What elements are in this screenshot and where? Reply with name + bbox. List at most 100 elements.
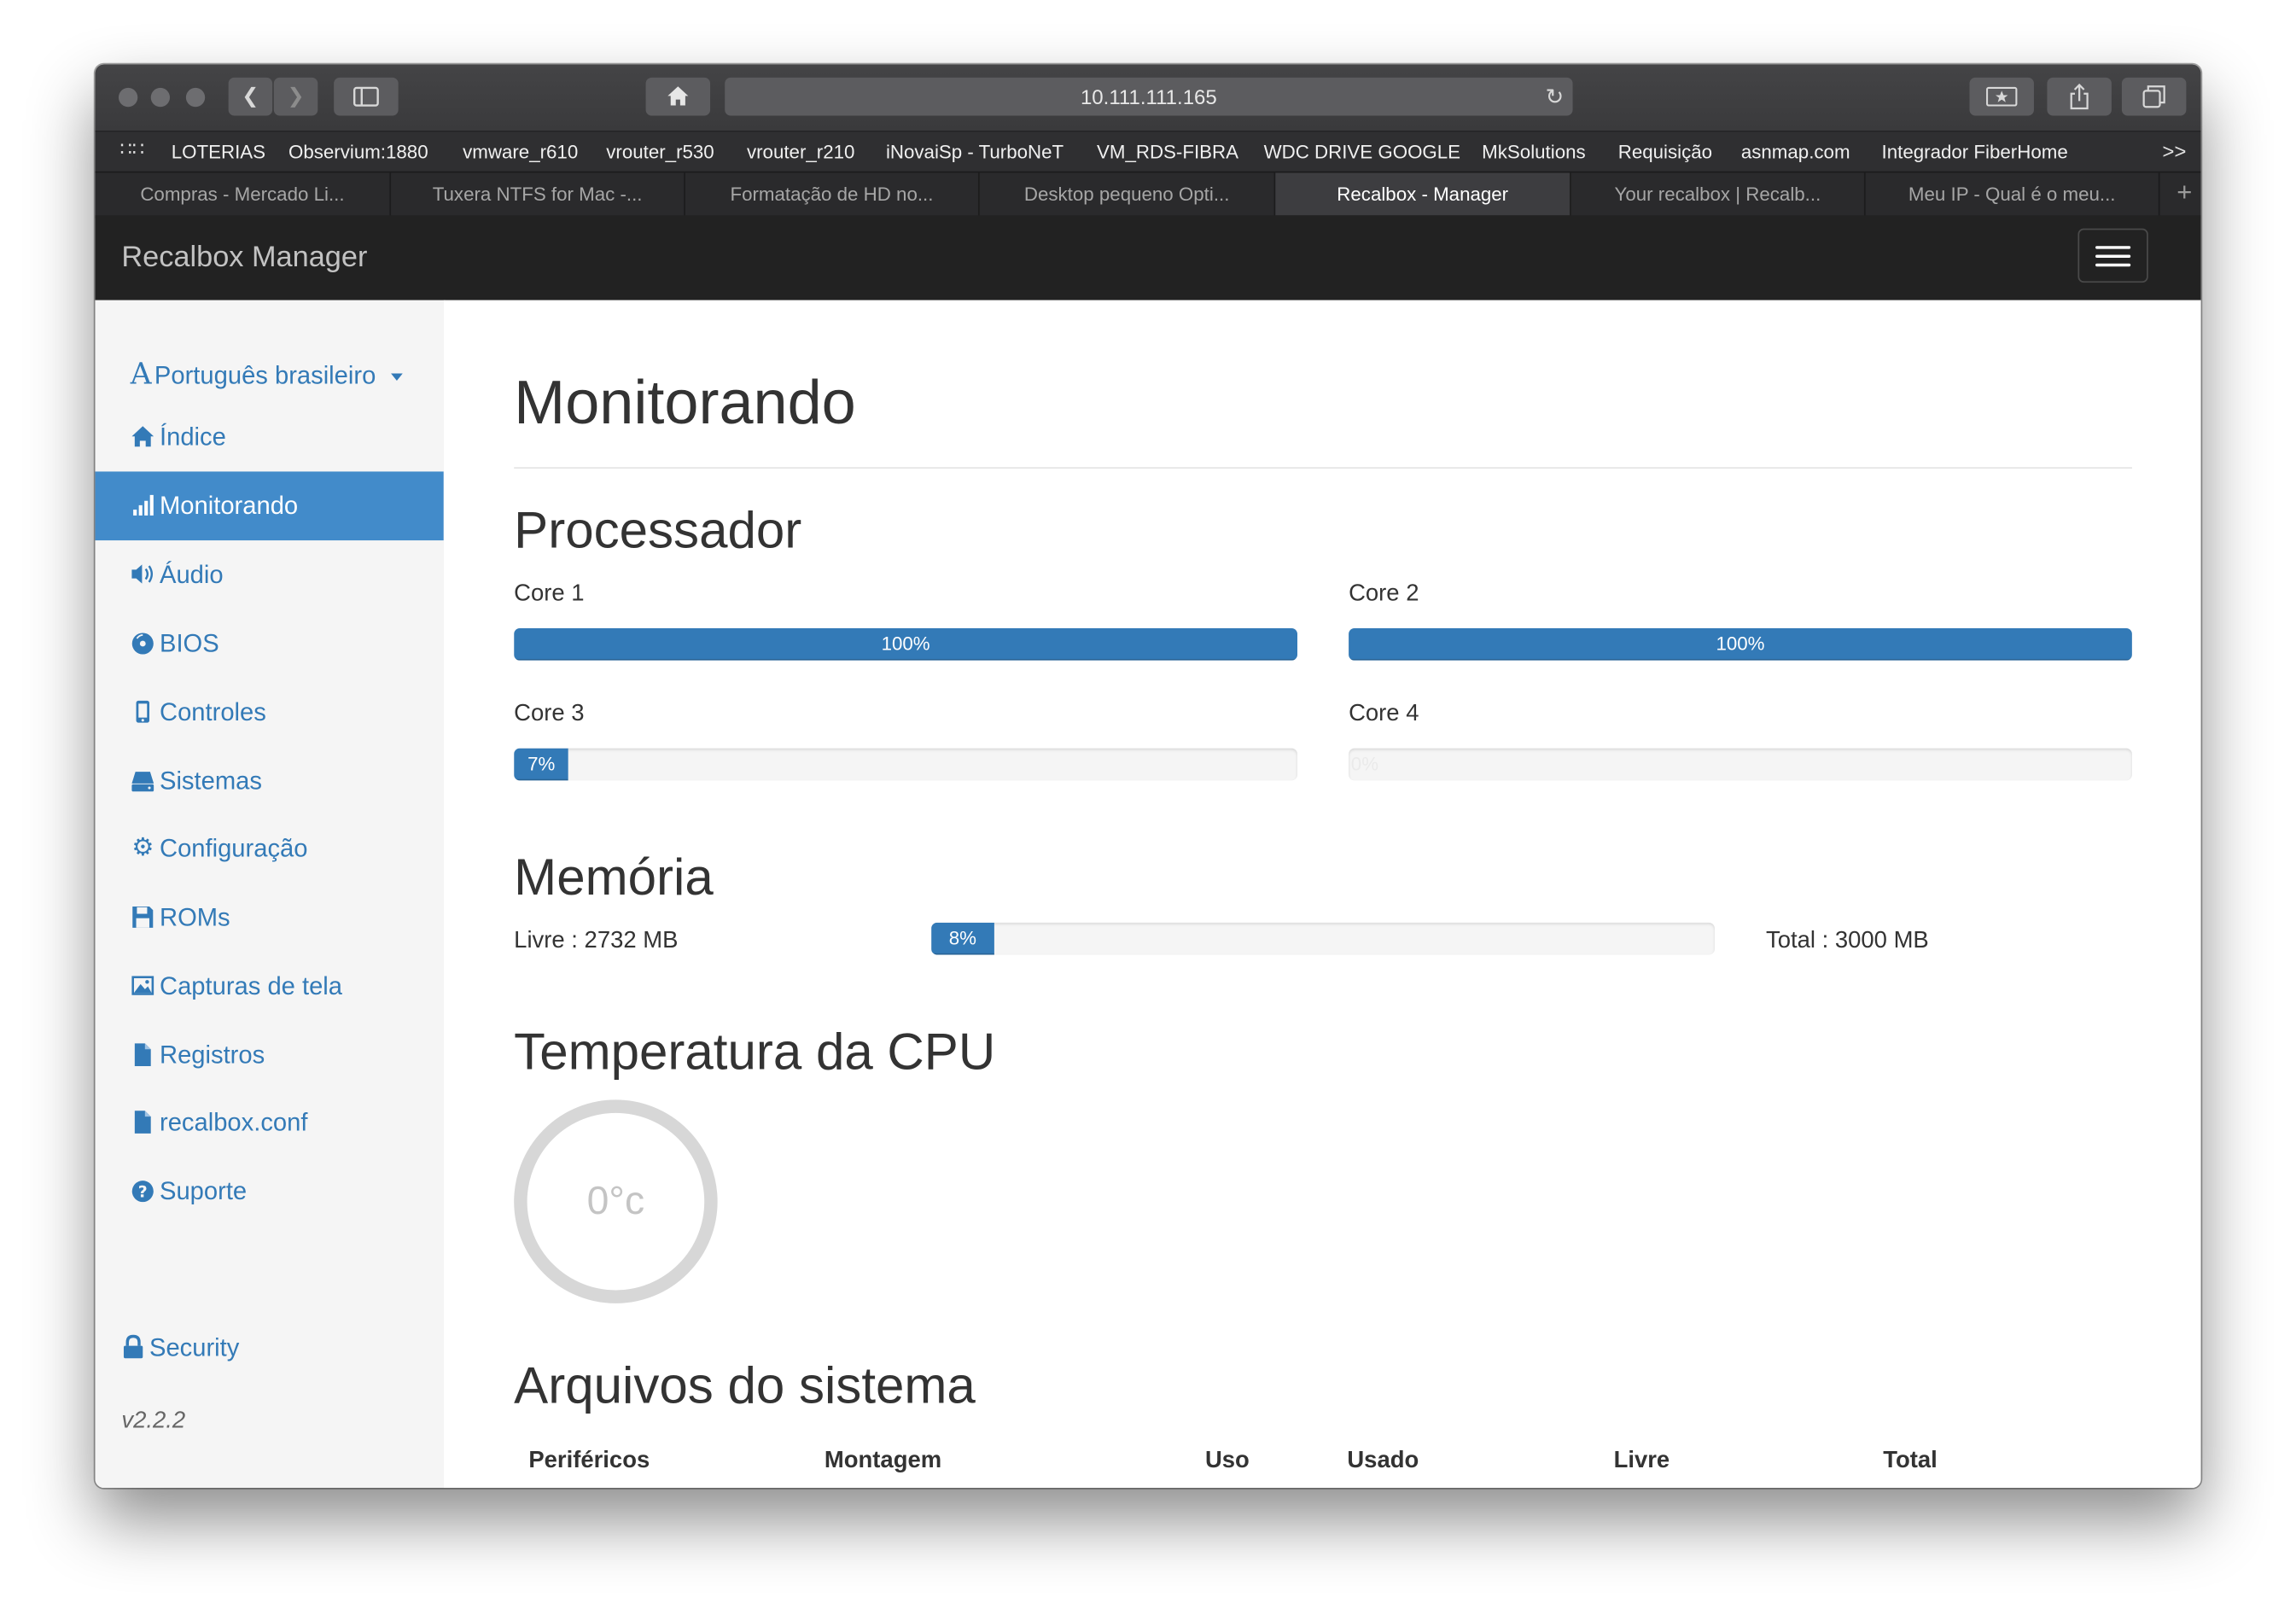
hdd-icon xyxy=(131,772,154,792)
tab-bar: Compras - Mercado Li... Tuxera NTFS for … xyxy=(95,171,2201,219)
back-button[interactable]: ❮ xyxy=(228,77,273,116)
core-progress-bar: 0% xyxy=(1350,752,1379,775)
sidebar-item-indice[interactable]: Índice xyxy=(96,403,444,472)
sidebar-item-label: recalbox.conf xyxy=(160,1108,308,1137)
core-progress: 100% xyxy=(514,627,1298,661)
bookmark-link[interactable]: vrouter_r210 xyxy=(747,141,854,163)
cd-icon xyxy=(131,633,154,655)
bookmarks-bar: ∷∷ LOTERIAS Observium:1880 vmware_r610 v… xyxy=(95,130,2201,173)
zoom-window-button[interactable] xyxy=(185,87,206,108)
core-progress: 7% xyxy=(514,748,1298,781)
sidebar-item-suporte[interactable]: ? Suporte xyxy=(96,1157,444,1226)
tabs-icon xyxy=(2142,85,2165,108)
title-divider xyxy=(514,467,2132,469)
core-label: Core 4 xyxy=(1349,701,1419,726)
sidebar-item-capturas[interactable]: Capturas de tela xyxy=(96,952,444,1021)
sidebar-item-label: Índice xyxy=(160,423,226,452)
bookmark-link[interactable]: VM_RDS-FIBRA xyxy=(1097,141,1238,163)
grid-icon[interactable]: ∷∷ xyxy=(120,139,144,161)
sidebar-item-label: ROMs xyxy=(160,903,230,932)
address-bar[interactable]: 10.111.111.165 ↻ xyxy=(725,77,1573,116)
cog-icon: ⚙ xyxy=(131,833,154,863)
main-content: Monitorando Processador Core 1 100% Core… xyxy=(443,300,2201,1489)
sidebar-icon xyxy=(353,86,379,107)
sidebar: A Português brasileiro Índice Monitorando xyxy=(95,300,446,1489)
core-progress-bar: 100% xyxy=(514,627,1298,661)
memory-free-text: Livre : 2732 MB xyxy=(514,928,679,953)
cpu-temp-value: 0°c xyxy=(586,1179,645,1223)
version-text: v2.2.2 xyxy=(121,1408,186,1434)
sidebar-item-bios[interactable]: BIOS xyxy=(96,609,444,679)
tabs-overview-button[interactable] xyxy=(2121,77,2187,116)
new-tab-button[interactable]: + xyxy=(2177,178,2192,208)
svg-text:?: ? xyxy=(138,1183,148,1202)
bookmark-link[interactable]: Requisição xyxy=(1618,141,1712,163)
security-link[interactable]: Security xyxy=(121,1334,239,1363)
browser-tab[interactable]: Compras - Mercado Li... xyxy=(96,172,392,217)
core-progress: 0% xyxy=(1349,748,2132,781)
memory-heading: Memória xyxy=(514,849,714,907)
url-text: 10.111.111.165 xyxy=(1080,85,1217,108)
bookmarks-overflow-button[interactable]: >> xyxy=(2162,139,2186,162)
sidebar-item-sistemas[interactable]: Sistemas xyxy=(96,747,444,816)
star-box-icon xyxy=(1986,86,2018,107)
reload-icon[interactable]: ↻ xyxy=(1546,78,1565,116)
core-label: Core 3 xyxy=(514,701,585,726)
browser-tab[interactable]: Desktop pequeno Opti... xyxy=(980,172,1276,217)
sidebar-item-recalbox-conf[interactable]: recalbox.conf xyxy=(96,1088,444,1157)
close-window-button[interactable] xyxy=(118,87,138,108)
bookmark-link[interactable]: vmware_r610 xyxy=(463,141,578,163)
lock-icon xyxy=(123,1334,143,1359)
brand-link[interactable]: Recalbox Manager xyxy=(121,242,367,275)
volume-icon xyxy=(131,564,154,584)
caret-down-icon xyxy=(391,373,404,382)
sidebar-item-audio[interactable]: Áudio xyxy=(96,540,444,609)
bookmark-link[interactable]: asnmap.com xyxy=(1741,141,1850,163)
chevron-right-icon: ❯ xyxy=(287,85,305,108)
home-button[interactable] xyxy=(645,77,711,116)
processor-heading: Processador xyxy=(514,502,802,560)
bookmark-link[interactable]: Observium:1880 xyxy=(288,141,428,163)
sidebar-item-label: Registros xyxy=(160,1041,265,1070)
browser-tab[interactable]: Your recalbox | Recalb... xyxy=(1571,172,1866,217)
sidebar-item-monitorando[interactable]: Monitorando xyxy=(95,471,444,541)
sidebar-item-label: Controles xyxy=(160,698,266,726)
bookmark-link[interactable]: vrouter_r530 xyxy=(606,141,714,163)
bookmark-link[interactable]: WDC DRIVE GOOGLE xyxy=(1264,141,1461,163)
sidebar-item-registros[interactable]: Registros xyxy=(96,1021,444,1090)
bookmark-link[interactable]: MkSolutions xyxy=(1482,141,1585,163)
table-header-cell: Total xyxy=(1883,1448,1938,1473)
bookmark-button[interactable] xyxy=(1969,77,2034,116)
core-label: Core 2 xyxy=(1349,581,1419,607)
font-icon: A xyxy=(130,355,152,392)
sidebar-item-label: Áudio xyxy=(160,561,224,589)
language-dropdown[interactable]: A Português brasileiro xyxy=(131,356,404,391)
sidebar-item-configuracao[interactable]: ⚙ Configuração xyxy=(96,814,444,883)
forward-button[interactable]: ❯ xyxy=(273,77,318,116)
cpu-temp-gauge: 0°c xyxy=(514,1099,718,1303)
sidebar-item-label: Sistemas xyxy=(160,767,262,796)
sidebar-toggle-button[interactable] xyxy=(334,77,399,116)
browser-tab[interactable]: Meu IP - Qual é o meu... xyxy=(1866,172,2160,217)
minimize-window-button[interactable] xyxy=(150,87,171,108)
menu-toggle-button[interactable] xyxy=(2077,228,2148,283)
home-icon xyxy=(131,426,154,447)
bookmark-link[interactable]: iNovaiSp - TurboNeT xyxy=(886,141,1064,163)
bookmark-link[interactable]: LOTERIAS xyxy=(172,141,265,163)
file-icon xyxy=(134,1043,151,1066)
browser-tab[interactable]: Tuxera NTFS for Mac -... xyxy=(391,172,685,217)
table-header-cell: Usado xyxy=(1347,1448,1419,1473)
share-icon xyxy=(2070,83,2089,110)
sidebar-item-roms[interactable]: ROMs xyxy=(96,883,444,953)
browser-tab-active[interactable]: Recalbox - Manager xyxy=(1275,172,1571,217)
sidebar-item-label: BIOS xyxy=(160,629,219,658)
sidebar-item-controles[interactable]: Controles xyxy=(96,678,444,747)
browser-tab[interactable]: Formatação de HD no... xyxy=(685,172,980,217)
language-label: Português brasileiro xyxy=(154,361,376,390)
signal-icon xyxy=(133,494,154,516)
table-header-cell: Uso xyxy=(1204,1448,1250,1473)
share-button[interactable] xyxy=(2047,77,2112,116)
core-progress: 100% xyxy=(1349,627,2132,661)
bookmark-link[interactable]: Integrador FiberHome xyxy=(1882,141,2068,163)
memory-progress: 8% xyxy=(931,922,1715,955)
